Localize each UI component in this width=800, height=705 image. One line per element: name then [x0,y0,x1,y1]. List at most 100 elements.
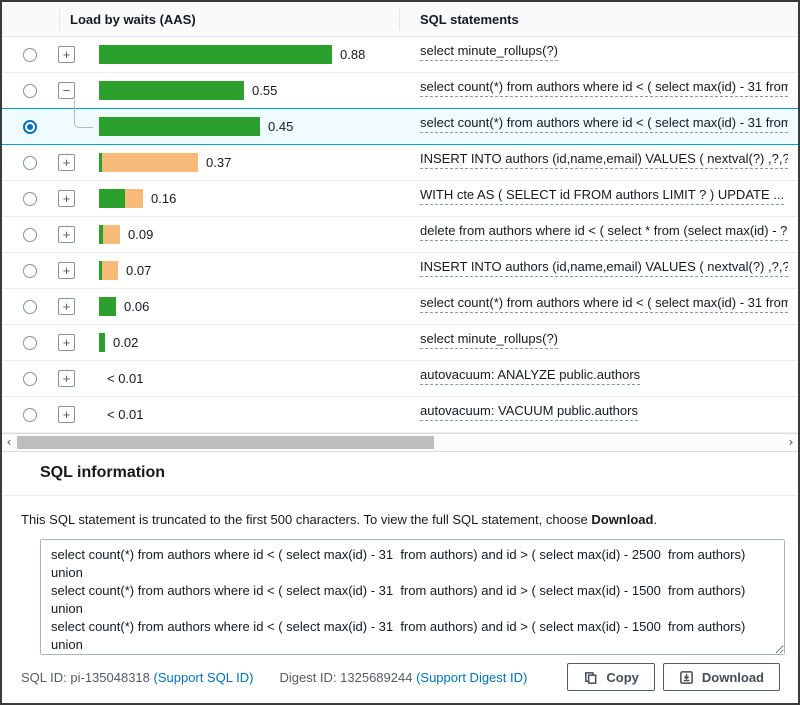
radio-button[interactable] [23,264,37,278]
bar-segment-green [99,45,332,64]
load-value: < 0.01 [107,407,144,422]
expand-toggle-icon[interactable]: + [58,226,75,243]
sql-statement-link[interactable]: select minute_rollups(?) [420,331,558,349]
expand-toggle-icon[interactable]: + [58,190,75,207]
expand-toggle-icon[interactable]: + [58,46,75,63]
radio-button[interactable] [23,84,37,98]
expand-cell: + [58,154,92,171]
load-bar [99,225,120,244]
truncation-notice-period: . [653,512,657,527]
expand-toggle-icon[interactable]: + [58,370,75,387]
expand-cell: + [58,370,92,387]
radio-cell [2,84,58,98]
sql-statement-textarea[interactable]: select count(*) from authors where id < … [40,539,785,655]
sql-cell: select count(*) from authors where id < … [413,79,798,102]
column-header-load: Load by waits (AAS) [70,12,196,27]
table-row[interactable]: 0.45 select count(*) from authors where … [2,108,798,145]
table-row[interactable]: + 0.06 select count(*) from authors wher… [2,289,798,325]
sql-statement-link[interactable]: INSERT INTO authors (id,name,email) VALU… [420,259,788,277]
radio-button[interactable] [23,408,37,422]
load-bar-cell: 0.45 [92,117,413,136]
radio-button[interactable] [23,192,37,206]
expand-toggle-icon[interactable]: + [58,262,75,279]
load-bar-cell: 0.02 [92,333,413,352]
table-row[interactable]: + 0.37 INSERT INTO authors (id,name,emai… [2,145,798,181]
radio-button[interactable] [23,228,37,242]
radio-cell [2,120,58,134]
sql-cell: WITH cte AS ( SELECT id FROM authors LIM… [413,187,798,210]
sql-cell: select minute_rollups(?) [413,331,798,354]
expand-cell: − [58,82,92,99]
bar-segment-orange [125,189,143,208]
expand-cell: + [58,262,92,279]
load-bar-cell: 0.37 [92,153,413,172]
bar-segment-green [99,81,244,100]
bar-segment-green [99,297,116,316]
copy-button-label: Copy [606,670,639,685]
expand-toggle-icon[interactable]: + [58,154,75,171]
radio-button[interactable] [23,120,37,134]
table-row[interactable]: + 0.02 select minute_rollups(?) [2,325,798,361]
load-bar [99,333,105,352]
expand-toggle-icon[interactable]: + [58,298,75,315]
sql-cell: autovacuum: ANALYZE public.authors [413,367,798,390]
sql-cell: select count(*) from authors where id < … [413,295,798,318]
load-value: 0.02 [113,335,138,350]
expand-cell [58,118,92,135]
sql-statement-link[interactable]: autovacuum: VACUUM public.authors [420,403,638,421]
table-row[interactable]: − 0.55 select count(*) from authors wher… [2,73,798,109]
table-row[interactable]: + < 0.01 autovacuum: VACUUM public.autho… [2,397,798,433]
load-bar [99,117,260,136]
load-bar [99,297,116,316]
sql-statement-link[interactable]: select count(*) from authors where id < … [420,79,788,97]
load-bar [99,261,118,280]
radio-button[interactable] [23,300,37,314]
sql-statement-link[interactable]: WITH cte AS ( SELECT id FROM authors LIM… [420,187,784,205]
radio-button[interactable] [23,372,37,386]
support-sql-id-link[interactable]: (Support SQL ID) [154,670,254,685]
table-row[interactable]: + 0.88 select minute_rollups(?) [2,37,798,73]
load-bar [99,45,332,64]
scrollbar-thumb[interactable] [17,436,434,449]
radio-cell [2,228,58,242]
radio-cell [2,156,58,170]
sql-statement-link[interactable]: select minute_rollups(?) [420,43,558,61]
table-row[interactable]: + 0.07 INSERT INTO authors (id,name,emai… [2,253,798,289]
download-button[interactable]: Download [663,663,780,691]
scroll-left-arrow-icon[interactable]: ‹ [2,434,16,451]
sql-statement-link[interactable]: delete from authors where id < ( select … [420,223,788,241]
radio-cell [2,408,58,422]
table-row[interactable]: + 0.16 WITH cte AS ( SELECT id FROM auth… [2,181,798,217]
sql-statement-link[interactable]: autovacuum: ANALYZE public.authors [420,367,640,385]
expand-cell: + [58,190,92,207]
support-digest-id-link[interactable]: (Support Digest ID) [416,670,527,685]
load-value: 0.07 [126,263,151,278]
load-value: 0.09 [128,227,153,242]
expand-toggle-icon[interactable]: + [58,334,75,351]
scroll-right-arrow-icon[interactable]: › [784,434,798,451]
sql-statement-link[interactable]: select count(*) from authors where id < … [420,295,788,313]
load-bar-cell: 0.55 [92,81,413,100]
table-row[interactable]: + 0.09 delete from authors where id < ( … [2,217,798,253]
sql-statement-link[interactable]: INSERT INTO authors (id,name,email) VALU… [420,151,788,169]
radio-button[interactable] [23,336,37,350]
expand-cell: + [58,406,92,423]
load-value: 0.37 [206,155,231,170]
table-row[interactable]: + < 0.01 autovacuum: ANALYZE public.auth… [2,361,798,397]
expand-toggle-icon[interactable]: + [58,406,75,423]
copy-icon [583,670,598,685]
expand-toggle-icon[interactable]: − [58,82,75,99]
load-value: 0.55 [252,83,277,98]
truncation-notice-text: This SQL statement is truncated to the f… [21,512,591,527]
sql-cell: autovacuum: VACUUM public.authors [413,403,798,426]
radio-button[interactable] [23,156,37,170]
sql-statement-link[interactable]: select count(*) from authors where id < … [420,115,788,133]
copy-button[interactable]: Copy [567,663,655,691]
radio-cell [2,300,58,314]
sql-id-label: SQL ID: pi-135048318 [21,670,150,685]
table-body: + 0.88 select minute_rollups(?) − 0.55 s… [2,37,798,433]
truncation-notice: This SQL statement is truncated to the f… [21,511,779,528]
digest-id-label: Digest ID: 1325689244 [279,670,412,685]
radio-button[interactable] [23,48,37,62]
horizontal-scrollbar[interactable]: ‹ › [2,433,798,452]
